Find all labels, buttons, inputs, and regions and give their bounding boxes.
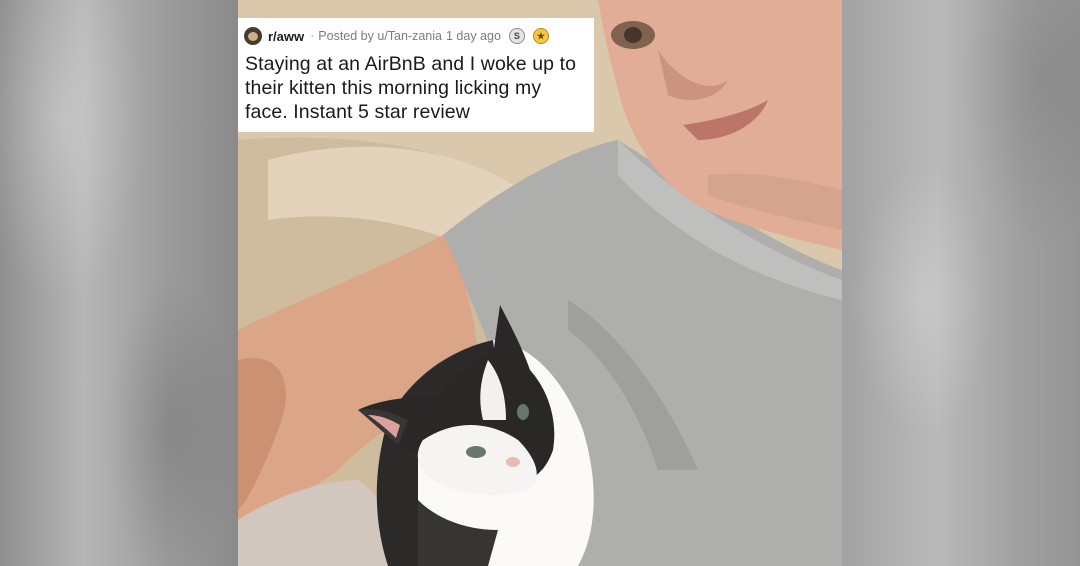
blurred-background-left [0,0,238,566]
subreddit-avatar-icon[interactable] [244,27,262,45]
reddit-post-card[interactable]: r/aww · Posted by u/Tan-zania 1 day ago … [238,18,594,132]
blurred-background-right [842,0,1080,566]
meme-image: r/aww · Posted by u/Tan-zania 1 day ago … [0,0,1080,566]
silver-award-icon[interactable]: S [508,28,525,44]
post-meta-row: r/aww · Posted by u/Tan-zania 1 day ago … [244,26,586,46]
post-title[interactable]: Staying at an AirBnB and I woke up to th… [245,52,586,124]
separator-dot: · [310,29,315,43]
posted-by[interactable]: Posted by u/Tan-zania [318,29,442,43]
gold-award-icon[interactable]: ★ [532,28,549,44]
subreddit-name[interactable]: r/aww [268,29,304,44]
post-age: 1 day ago [446,29,501,43]
